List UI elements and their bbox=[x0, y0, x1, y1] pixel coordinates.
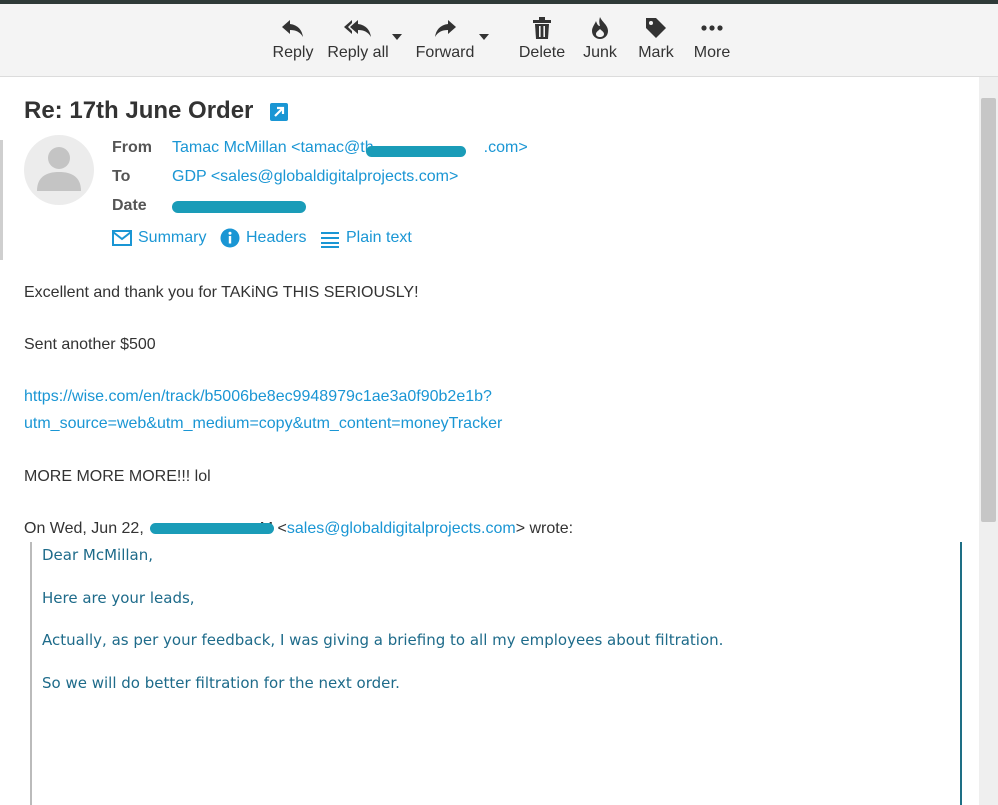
junk-label: Junk bbox=[583, 44, 617, 61]
left-edge-indicator bbox=[0, 140, 3, 260]
attribution-email-link[interactable]: sales@globaldigitalprojects.com bbox=[287, 520, 516, 537]
delete-label: Delete bbox=[518, 44, 566, 61]
mark-label: Mark bbox=[638, 44, 674, 61]
sender-avatar bbox=[24, 135, 94, 205]
to-value[interactable]: GDP <sales@globaldigitalprojects.com> bbox=[172, 168, 458, 186]
forward-label: Forward bbox=[415, 44, 475, 61]
body-line: MORE MORE MORE!!! lol bbox=[24, 468, 211, 485]
reply-button[interactable]: Reply bbox=[270, 12, 316, 72]
quote-line: So we will do better filtration for the … bbox=[42, 674, 400, 692]
quote-line: Here are your leads, bbox=[42, 589, 195, 607]
more-button[interactable]: More bbox=[692, 12, 732, 72]
scrollbar-thumb[interactable] bbox=[981, 98, 996, 522]
date-redaction-mark bbox=[172, 201, 306, 213]
reply-icon bbox=[282, 20, 303, 37]
junk-button[interactable]: Junk bbox=[579, 12, 621, 72]
from-address-start: Tamac McMillan <tamac@th bbox=[172, 139, 374, 156]
more-label: More bbox=[693, 44, 731, 61]
reply-all-icon bbox=[344, 20, 371, 37]
tracking-link[interactable]: https://wise.com/en/track/b5006be8ec9948… bbox=[24, 388, 492, 406]
redaction-mark bbox=[366, 146, 466, 157]
from-address-end: .com> bbox=[483, 139, 528, 156]
forward-icon bbox=[435, 20, 456, 37]
attribution-redaction-mark bbox=[150, 523, 274, 534]
plain-text-label: Plain text bbox=[346, 229, 412, 246]
quoted-message: Dear McMillan, Here are your leads, Actu… bbox=[30, 542, 962, 805]
tag-icon bbox=[646, 18, 666, 38]
message-subject: Re: 17th June Order bbox=[24, 97, 254, 124]
body-line: Sent another $500 bbox=[24, 336, 156, 353]
attribution-end: > wrote: bbox=[515, 520, 574, 537]
tracking-link-continued[interactable]: utm_source=web&utm_medium=copy&utm_conte… bbox=[24, 415, 502, 433]
body-line: Excellent and thank you for TAKiNG THIS … bbox=[24, 284, 419, 301]
trash-icon bbox=[533, 17, 551, 39]
forward-button[interactable]: Forward bbox=[412, 12, 478, 72]
info-icon bbox=[220, 228, 240, 248]
ellipsis-icon bbox=[701, 25, 723, 31]
reply-all-label: Reply all bbox=[327, 44, 389, 61]
date-label: Date bbox=[112, 197, 147, 214]
to-label: To bbox=[112, 168, 131, 185]
delete-button[interactable]: Delete bbox=[517, 12, 567, 72]
summary-label: Summary bbox=[138, 229, 207, 246]
quote-attribution: On Wed, Jun 22,M <sales@globaldigitalpro… bbox=[24, 520, 573, 538]
reply-label: Reply bbox=[272, 44, 314, 61]
open-external-icon[interactable] bbox=[270, 103, 288, 121]
from-value[interactable]: Tamac McMillan <tamac@th .com> bbox=[172, 139, 528, 157]
headers-label: Headers bbox=[246, 229, 307, 246]
quote-line: Dear McMillan, bbox=[42, 546, 154, 564]
quote-line: Actually, as per your feedback, I was gi… bbox=[42, 631, 724, 649]
attribution-start: On Wed, Jun 22, bbox=[24, 520, 144, 537]
fire-icon bbox=[592, 17, 608, 39]
lines-icon bbox=[321, 232, 339, 248]
person-icon bbox=[37, 147, 81, 191]
forward-dropdown-icon[interactable] bbox=[479, 34, 489, 40]
message-view: Re: 17th June Order From Tamac McMillan … bbox=[0, 77, 978, 805]
from-label: From bbox=[112, 139, 152, 156]
envelope-icon bbox=[112, 230, 132, 246]
reply-all-button[interactable]: Reply all bbox=[326, 12, 390, 72]
mail-toolbar: Reply Reply all Forward Delete Junk Mark… bbox=[0, 4, 998, 77]
reply-all-dropdown-icon[interactable] bbox=[392, 34, 402, 40]
mark-button[interactable]: Mark bbox=[636, 12, 676, 72]
